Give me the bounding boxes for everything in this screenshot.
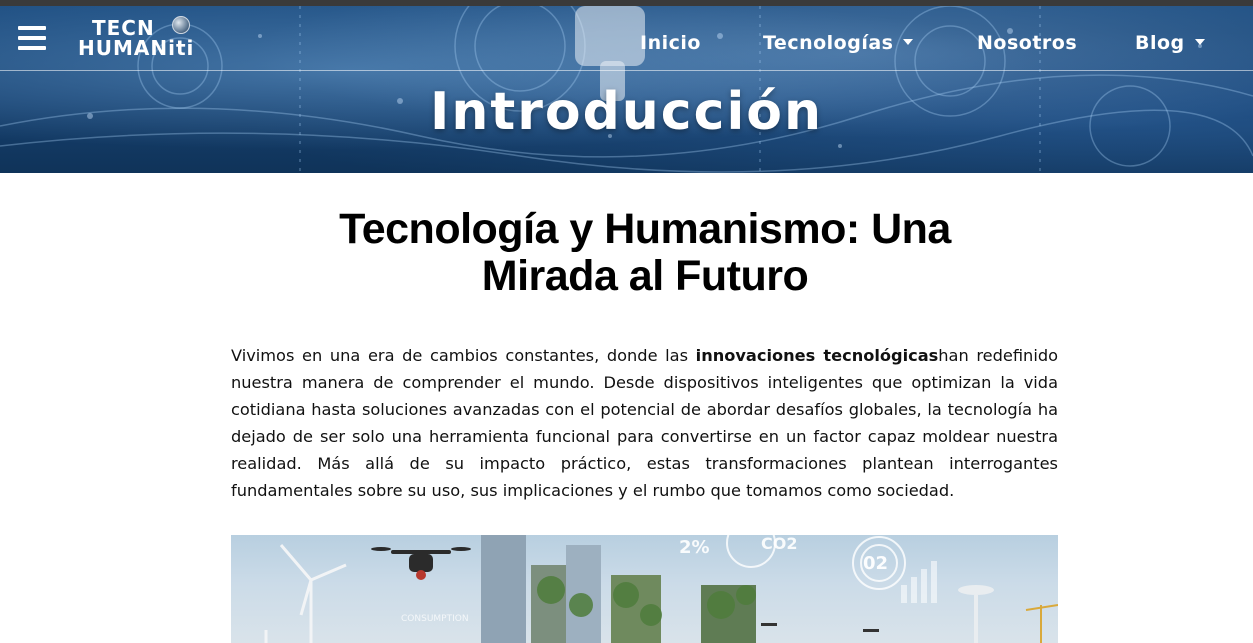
nav-item-tecnologias[interactable]: Tecnologías (763, 32, 914, 54)
article-title: Tecnología y Humanismo: Una Mirada al Fu… (339, 205, 951, 300)
feature-image-smart-city: 2% CO2 02 CONSUMPTION (231, 535, 1058, 643)
globe-icon (172, 16, 190, 34)
chevron-down-icon (903, 38, 914, 45)
intro-text-rest: han redefinido nuestra manera de compren… (231, 346, 1058, 500)
hud-o2-label: 02 (863, 553, 888, 574)
site-logo[interactable]: TECN HUMANiti (78, 16, 208, 62)
nav-item-label: Blog (1135, 32, 1185, 54)
smart-city-illustration: 2% CO2 02 CONSUMPTION (264, 535, 1058, 643)
hud-co2-label: CO2 (761, 535, 797, 553)
nav-item-label: Inicio (640, 32, 701, 54)
intro-paragraph: Vivimos en una era de cambios constantes… (231, 342, 1058, 504)
hud-consumption-label: CONSUMPTION (401, 614, 469, 624)
intro-bold-text: innovaciones tecnológicas (695, 346, 939, 365)
nav-item-label: Tecnologías (763, 32, 894, 54)
hero-title: Introducción (429, 82, 824, 142)
nav-item-blog[interactable]: Blog (1135, 32, 1205, 54)
logo-text-bottom: HUMANiti (78, 36, 195, 60)
intro-text-start: Vivimos en una era de cambios constantes… (231, 346, 696, 365)
logo-text-top: TECN (92, 16, 155, 40)
hud-percent-label: 2% (679, 537, 710, 558)
nav-item-nosotros[interactable]: Nosotros (977, 32, 1077, 54)
hamburger-menu-icon[interactable] (18, 26, 46, 52)
chevron-down-icon (1194, 38, 1205, 45)
nav-item-inicio[interactable]: Inicio (640, 32, 701, 54)
top-navbar: TECN HUMANiti Inicio Tecnologías Nosotro… (0, 6, 1253, 71)
nav-item-label: Nosotros (977, 32, 1078, 54)
